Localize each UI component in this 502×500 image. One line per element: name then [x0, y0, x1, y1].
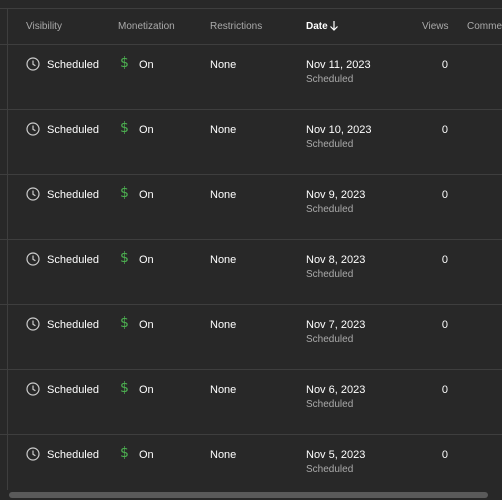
visibility-value[interactable]: Scheduled: [47, 254, 99, 266]
column-header-restrictions[interactable]: Restrictions: [210, 21, 262, 32]
column-header-views[interactable]: Views: [422, 21, 449, 32]
table-row[interactable]: Scheduled $ On None Nov 10, 2023 Scheduled 0: [0, 110, 502, 175]
restrictions-value: None: [210, 254, 237, 266]
date-status: Scheduled: [306, 464, 354, 475]
monetization-value[interactable]: On: [139, 384, 154, 396]
date-value: Nov 8, 2023: [306, 254, 366, 266]
date-value: Nov 6, 2023: [306, 384, 366, 396]
dollar-icon[interactable]: $: [120, 185, 129, 201]
arrow-down-icon[interactable]: [329, 20, 339, 32]
date-value: Nov 11, 2023: [306, 59, 371, 71]
date-status: Scheduled: [306, 269, 354, 280]
date-value: Nov 7, 2023: [306, 319, 366, 331]
views-value: 0: [441, 319, 448, 331]
table-row[interactable]: Scheduled $ On None Nov 9, 2023 Scheduled 0: [0, 175, 502, 240]
views-value: 0: [441, 384, 448, 396]
clock-icon[interactable]: [26, 187, 40, 201]
restrictions-value: None: [210, 384, 237, 396]
column-header-monetization[interactable]: Monetization: [118, 21, 175, 32]
date-value: Nov 5, 2023: [306, 449, 366, 461]
visibility-value[interactable]: Scheduled: [47, 124, 99, 136]
date-status: Scheduled: [306, 334, 354, 345]
clock-icon[interactable]: [26, 252, 40, 266]
date-status: Scheduled: [306, 204, 354, 215]
clock-icon[interactable]: [26, 317, 40, 331]
restrictions-value: None: [210, 189, 237, 201]
clock-icon[interactable]: [26, 122, 40, 136]
date-status: Scheduled: [306, 74, 354, 85]
monetization-value[interactable]: On: [139, 124, 154, 136]
date-status: Scheduled: [306, 399, 354, 410]
table-row[interactable]: Scheduled $ On None Nov 11, 2023 Scheduled 0: [0, 45, 502, 110]
table-header: Visibility Monetization Restrictions Dat…: [0, 9, 502, 45]
dollar-icon[interactable]: $: [120, 315, 129, 331]
visibility-value[interactable]: Scheduled: [47, 189, 99, 201]
visibility-value[interactable]: Scheduled: [47, 319, 99, 331]
visibility-value[interactable]: Scheduled: [47, 449, 99, 461]
table-row[interactable]: Scheduled $ On None Nov 8, 2023 Scheduled 0: [0, 240, 502, 305]
visibility-value[interactable]: Scheduled: [47, 384, 99, 396]
visibility-value[interactable]: Scheduled: [47, 59, 99, 71]
dollar-icon[interactable]: $: [120, 445, 129, 461]
restrictions-value: None: [210, 124, 237, 136]
restrictions-value: None: [210, 449, 237, 461]
column-header-comments[interactable]: Commer: [467, 21, 502, 32]
restrictions-value: None: [210, 59, 237, 71]
clock-icon[interactable]: [26, 382, 40, 396]
dollar-icon[interactable]: $: [120, 250, 129, 266]
horizontal-scrollbar-thumb[interactable]: [9, 492, 488, 498]
monetization-value[interactable]: On: [139, 254, 154, 266]
views-value: 0: [441, 59, 448, 71]
dollar-icon[interactable]: $: [120, 120, 129, 136]
views-value: 0: [441, 254, 448, 266]
monetization-value[interactable]: On: [139, 319, 154, 331]
column-header-date[interactable]: Date: [306, 21, 328, 32]
table-row[interactable]: Scheduled $ On None Nov 7, 2023 Scheduled 0: [0, 305, 502, 370]
restrictions-value: None: [210, 319, 237, 331]
column-header-visibility[interactable]: Visibility: [26, 21, 62, 32]
date-value: Nov 9, 2023: [306, 189, 366, 201]
dollar-icon[interactable]: $: [120, 55, 129, 71]
views-value: 0: [441, 449, 448, 461]
monetization-value[interactable]: On: [139, 189, 154, 201]
views-value: 0: [441, 189, 448, 201]
clock-icon[interactable]: [26, 57, 40, 71]
date-value: Nov 10, 2023: [306, 124, 372, 136]
views-value: 0: [441, 124, 448, 136]
date-status: Scheduled: [306, 139, 354, 150]
table-row[interactable]: Scheduled $ On None Nov 6, 2023 Scheduled 0: [0, 370, 502, 435]
monetization-value[interactable]: On: [139, 449, 154, 461]
dollar-icon[interactable]: $: [120, 380, 129, 396]
monetization-value[interactable]: On: [139, 59, 154, 71]
clock-icon[interactable]: [26, 447, 40, 461]
